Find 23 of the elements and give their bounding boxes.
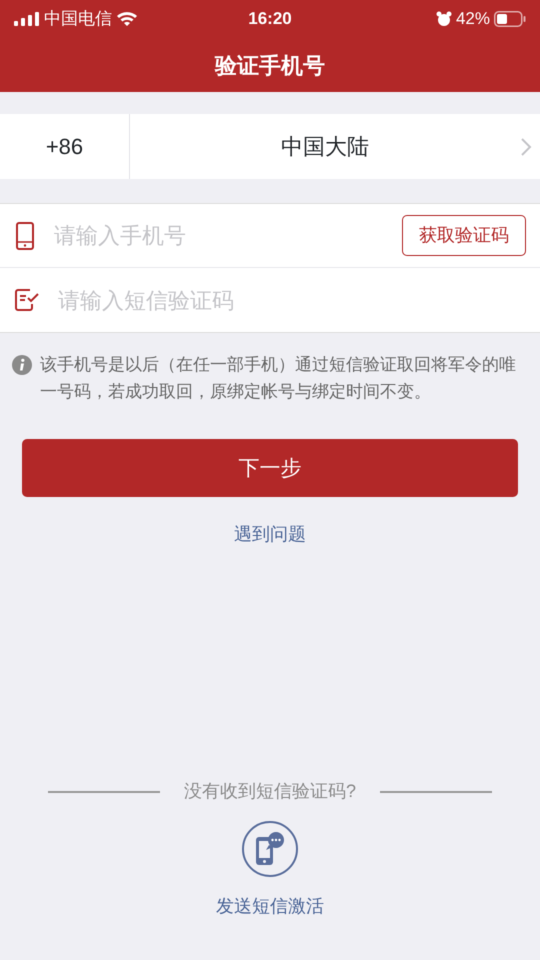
battery-percent: 42%	[456, 8, 490, 30]
carrier-name: 中国电信	[44, 8, 112, 30]
phone-icon	[14, 222, 36, 250]
wifi-icon	[116, 11, 138, 27]
battery-icon	[494, 11, 526, 27]
get-code-button[interactable]: 获取验证码	[402, 215, 526, 256]
phone-input-field[interactable]: 请输入手机号	[52, 218, 386, 253]
clock-time: 16:20	[248, 8, 292, 30]
sms-code-input-field[interactable]: 请输入短信验证码	[56, 282, 526, 318]
country-name[interactable]: 中国大陆	[281, 130, 369, 163]
send-sms-link[interactable]: 发送短信激活	[216, 896, 324, 916]
page-title: 验证手机号	[215, 52, 325, 80]
no-code-text: 没有收到短信验证码?	[182, 780, 357, 803]
checklist-icon	[14, 288, 40, 312]
help-link[interactable]: 遇到问题	[234, 524, 306, 544]
country-code[interactable]: +86	[46, 130, 84, 163]
next-button[interactable]: 下一步	[22, 439, 518, 498]
sms-phone-button[interactable]	[242, 821, 298, 877]
notice-text: 该手机号是以后（在任一部手机）通过短信验证取回将军令的唯一号码，若成功取回，原绑定帐号与绑定时间不变。	[40, 354, 517, 404]
phone-message-icon	[255, 832, 285, 866]
alarm-icon	[436, 11, 452, 27]
info-icon	[12, 355, 32, 375]
signal-icon	[14, 12, 40, 26]
